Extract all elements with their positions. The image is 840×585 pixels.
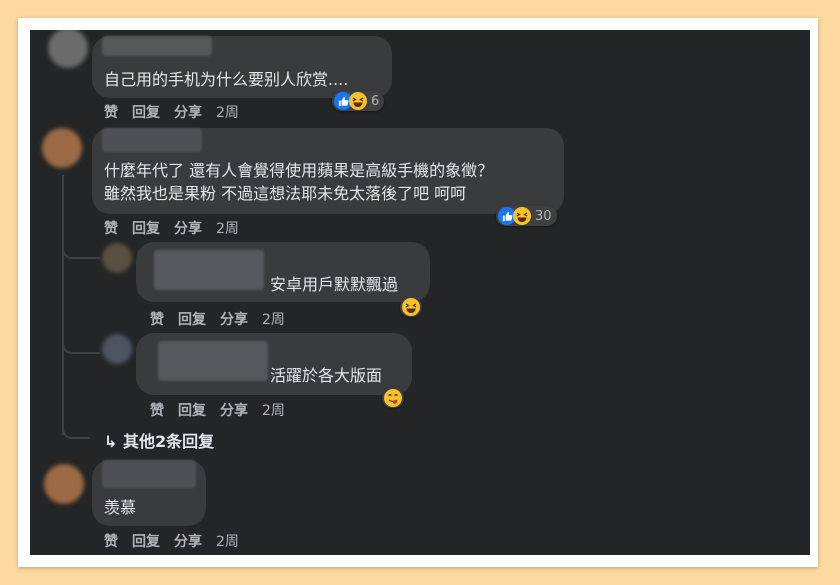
author-name-redacted[interactable] xyxy=(102,36,212,56)
comment-actions: 赞回复 分享 2周 xyxy=(104,218,253,238)
reply-text: 安卓用戶默默飄過 xyxy=(270,275,399,294)
share-button[interactable]: 分享 xyxy=(174,105,202,121)
like-button[interactable]: 赞 xyxy=(104,105,118,121)
like-button[interactable]: 赞 xyxy=(104,534,118,550)
comment-actions: 赞回复 分享 2周 xyxy=(104,531,253,551)
more-replies-label: 其他2条回复 xyxy=(122,432,215,451)
haha-reaction-icon xyxy=(402,298,420,316)
comment-text-line: 雖然我也是果粉 不過這想法耶未免太落後了吧 呵呵 xyxy=(104,184,467,203)
timestamp[interactable]: 2周 xyxy=(262,312,285,328)
avatar[interactable] xyxy=(44,464,84,504)
reply-arrow-icon: ↳ xyxy=(104,432,118,451)
reply-text: 活躍於各大版面 xyxy=(270,366,383,385)
like-button[interactable]: 赞 xyxy=(150,312,164,328)
reply-button[interactable]: 回复 xyxy=(132,534,160,550)
like-button[interactable]: 赞 xyxy=(104,221,118,237)
author-name-redacted[interactable] xyxy=(154,250,264,290)
reply-button[interactable]: 回复 xyxy=(132,221,160,237)
haha-reaction-icon xyxy=(513,207,531,225)
share-button[interactable]: 分享 xyxy=(220,312,248,328)
comment-text: 自己用的手机为什么要别人欣赏.... xyxy=(104,70,349,89)
author-name-redacted[interactable] xyxy=(158,341,268,381)
reaction-summary[interactable] xyxy=(382,388,404,408)
reply-actions: 赞回复 分享 2周 xyxy=(150,400,299,420)
reply-button[interactable]: 回复 xyxy=(178,403,206,419)
like-button[interactable]: 赞 xyxy=(150,403,164,419)
comments-panel: 自己用的手机为什么要别人欣赏.... 6 赞回复 分享 2周 什麼年代了 還有人會覺… xyxy=(30,30,810,555)
avatar[interactable] xyxy=(102,334,132,364)
avatar[interactable] xyxy=(102,243,132,273)
author-name-redacted[interactable] xyxy=(102,460,196,488)
avatar[interactable] xyxy=(48,30,88,68)
timestamp[interactable]: 2周 xyxy=(216,105,239,121)
avatar[interactable] xyxy=(42,128,82,168)
reaction-count: 30 xyxy=(535,208,552,224)
haha-reaction-icon xyxy=(349,92,367,110)
share-button[interactable]: 分享 xyxy=(220,403,248,419)
comment-text-line: 什麼年代了 還有人會覺得使用蘋果是高級手機的象徵？ xyxy=(104,161,494,180)
reply-button[interactable]: 回复 xyxy=(178,312,206,328)
reply-button[interactable]: 回复 xyxy=(132,105,160,121)
reaction-count: 6 xyxy=(371,93,380,109)
yum-reaction-icon xyxy=(384,389,402,407)
thread-branch xyxy=(62,245,100,259)
thread-line xyxy=(62,175,64,435)
timestamp[interactable]: 2周 xyxy=(262,403,285,419)
author-name-redacted[interactable] xyxy=(102,128,202,152)
timestamp[interactable]: 2周 xyxy=(216,221,239,237)
comment-actions: 赞回复 分享 2周 xyxy=(104,102,253,122)
reaction-summary[interactable] xyxy=(400,297,422,317)
reaction-summary[interactable]: 6 xyxy=(332,91,385,111)
share-button[interactable]: 分享 xyxy=(174,221,202,237)
thread-branch xyxy=(62,340,100,354)
view-more-replies-link[interactable]: ↳ 其他2条回复 xyxy=(104,428,214,452)
reply-actions: 赞回复 分享 2周 xyxy=(150,309,299,329)
thread-branch xyxy=(62,425,90,439)
timestamp[interactable]: 2周 xyxy=(216,534,239,550)
comment-text: 羡慕 xyxy=(104,498,137,517)
reaction-summary[interactable]: 30 xyxy=(496,206,557,226)
share-button[interactable]: 分享 xyxy=(174,534,202,550)
